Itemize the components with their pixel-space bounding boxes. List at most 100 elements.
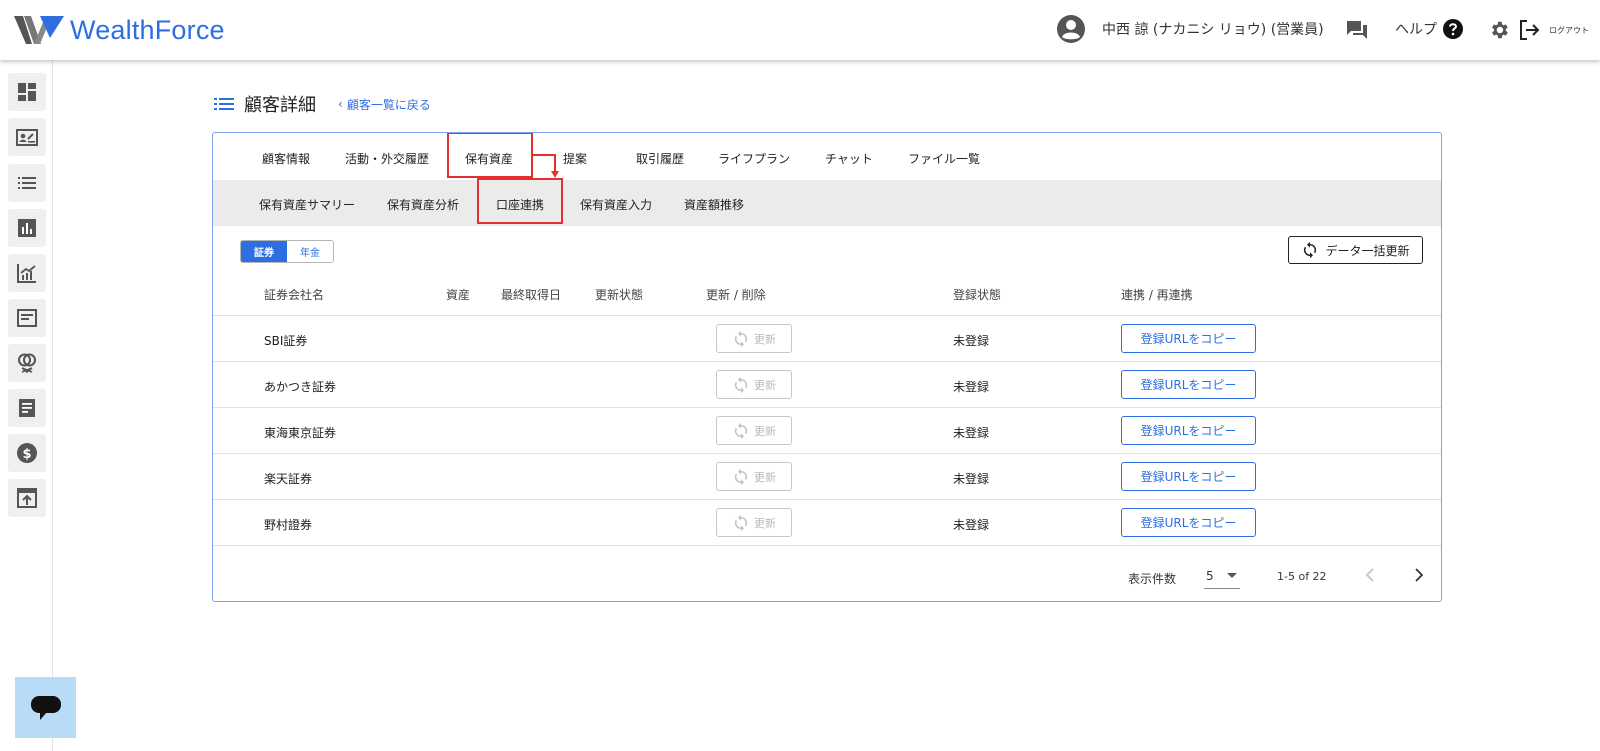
tab-file-list[interactable]: ファイル一覧	[908, 150, 980, 167]
sidebar-item-upload[interactable]	[8, 479, 46, 517]
sidebar: $	[0, 60, 76, 751]
app-logo[interactable]: WealthForce	[14, 13, 225, 47]
column-header-update-delete: 更新 / 削除	[706, 288, 766, 302]
copy-url-button[interactable]: 登録URLをコピー	[1121, 508, 1256, 537]
update-button[interactable]: 更新	[716, 508, 792, 537]
main-tabs: 顧客情報 活動・外交履歴 保有資産 提案 取引履歴 ライフプラン チャット ファ…	[213, 133, 1441, 180]
chat-icon[interactable]	[1346, 19, 1368, 41]
broker-name: 東海東京証券	[264, 426, 337, 440]
sidebar-item-analytics[interactable]	[8, 254, 46, 292]
update-label: 更新	[754, 332, 776, 346]
subtab-holdings-analysis[interactable]: 保有資産分析	[387, 196, 459, 213]
registration-status: 未登録	[953, 334, 990, 348]
table-row: 楽天証券 更新 未登録 登録URLをコピー	[213, 453, 1441, 499]
table-row: 東海東京証券 更新 未登録 登録URLをコピー	[213, 407, 1441, 453]
gear-icon[interactable]	[1488, 19, 1510, 41]
chevron-right-icon[interactable]	[1410, 566, 1426, 584]
logout-label[interactable]: ログアウト	[1549, 25, 1589, 36]
chevron-left-icon[interactable]	[1363, 566, 1379, 584]
svg-text:$: $	[22, 447, 31, 462]
copy-url-button[interactable]: 登録URLをコピー	[1121, 462, 1256, 491]
chat-fab-button[interactable]	[15, 677, 76, 738]
update-label: 更新	[754, 516, 776, 530]
dropdown-arrow-icon	[1227, 573, 1237, 578]
segment-pension[interactable]: 年金	[287, 241, 333, 262]
sub-tabs: 保有資産サマリー 保有資産分析 口座連携 保有資産入力 資産額推移	[213, 180, 1441, 226]
sidebar-item-document[interactable]	[8, 389, 46, 427]
subtab-asset-trend[interactable]: 資産額推移	[684, 196, 744, 213]
bulk-update-label: データ一括更新	[1325, 243, 1410, 258]
sidebar-item-report[interactable]	[8, 209, 46, 247]
help-label: ヘルプ	[1395, 22, 1437, 38]
back-link-label: 顧客一覧に戻る	[346, 97, 431, 112]
sidebar-item-life[interactable]	[8, 344, 46, 382]
update-button[interactable]: 更新	[716, 462, 792, 491]
highlight-box-account-link	[477, 178, 563, 224]
column-header-assets: 資産	[446, 288, 471, 302]
rows-per-page-label: 表示件数	[1128, 572, 1177, 586]
bar-chart-icon	[18, 219, 36, 237]
segment-securities[interactable]: 証券	[241, 241, 287, 262]
tab-activity-history[interactable]: 活動・外交履歴	[345, 150, 429, 167]
account-circle-icon	[1057, 15, 1085, 43]
copy-url-button[interactable]: 登録URLをコピー	[1121, 370, 1256, 399]
table-row: あかつき証券 更新 未登録 登録URLをコピー	[213, 361, 1441, 407]
update-button[interactable]: 更新	[716, 416, 792, 445]
document-icon	[19, 399, 35, 417]
tab-transaction-history[interactable]: 取引履歴	[636, 150, 684, 167]
annotation-arrow-icon	[533, 154, 559, 178]
sync-icon	[1304, 241, 1317, 259]
update-button[interactable]: 更新	[716, 324, 792, 353]
sidebar-item-customer[interactable]	[8, 118, 46, 156]
registration-status: 未登録	[953, 518, 990, 532]
update-label: 更新	[754, 424, 776, 438]
update-button[interactable]: 更新	[716, 370, 792, 399]
broker-name: 野村證券	[264, 518, 313, 532]
sidebar-item-article[interactable]	[8, 299, 46, 337]
analytics-icon	[17, 264, 36, 283]
tab-life-plan[interactable]: ライフプラン	[718, 150, 790, 167]
tab-customer-info[interactable]: 顧客情報	[262, 150, 310, 167]
chevron-left-icon: ‹	[338, 97, 343, 111]
rows-per-page-select[interactable]: 5	[1204, 563, 1240, 589]
top-header: WealthForce 中西 諒 (ナカニシ リョウ) (営業員) ヘルプ ログ…	[0, 0, 1600, 60]
list-icon	[214, 98, 234, 110]
customer-card-icon	[16, 129, 38, 146]
copy-url-button[interactable]: 登録URLをコピー	[1121, 324, 1256, 353]
column-header-broker: 証券会社名	[264, 288, 325, 302]
sidebar-item-list[interactable]	[8, 164, 46, 202]
pagination-range: 1-5 of 22	[1277, 570, 1327, 583]
bulk-update-button[interactable]: データ一括更新	[1288, 236, 1423, 264]
table-row: SBI証券 更新 未登録 登録URLをコピー	[213, 315, 1441, 361]
sync-icon	[734, 330, 748, 347]
chat-bubble-icon	[30, 695, 61, 720]
user-menu[interactable]: 中西 諒 (ナカニシ リョウ) (営業員)	[1056, 14, 1324, 44]
sidebar-item-dashboard[interactable]	[8, 73, 46, 111]
brand-name: WealthForce	[70, 14, 225, 45]
broker-name: あかつき証券	[264, 380, 337, 394]
subtab-holdings-summary[interactable]: 保有資産サマリー	[259, 196, 355, 213]
list-icon	[18, 177, 36, 189]
sync-icon	[734, 376, 748, 393]
update-label: 更新	[754, 378, 776, 392]
registration-status: 未登録	[953, 380, 990, 394]
logout-icon[interactable]	[1517, 18, 1541, 42]
subtab-holdings-input[interactable]: 保有資産入力	[580, 196, 652, 213]
registration-status: 未登録	[953, 426, 990, 440]
brand-logo-icon	[14, 16, 64, 44]
back-to-list-link[interactable]: ‹ 顧客一覧に戻る	[338, 96, 431, 113]
column-header-registration: 登録状態	[953, 288, 1002, 302]
help-button[interactable]: ヘルプ	[1395, 19, 1463, 39]
sync-icon	[734, 468, 748, 485]
asset-type-toggle: 証券 年金	[240, 240, 334, 263]
tab-chat[interactable]: チャット	[825, 150, 873, 167]
registration-status: 未登録	[953, 472, 990, 486]
broker-name: 楽天証券	[264, 472, 313, 486]
rings-icon	[18, 353, 36, 374]
copy-url-button[interactable]: 登録URLをコピー	[1121, 416, 1256, 445]
article-icon	[17, 309, 37, 327]
column-header-link: 連携 / 再連携	[1121, 288, 1193, 302]
rows-per-page-value: 5	[1206, 568, 1214, 583]
sidebar-item-finance[interactable]: $	[8, 434, 46, 472]
help-icon	[1443, 19, 1463, 39]
